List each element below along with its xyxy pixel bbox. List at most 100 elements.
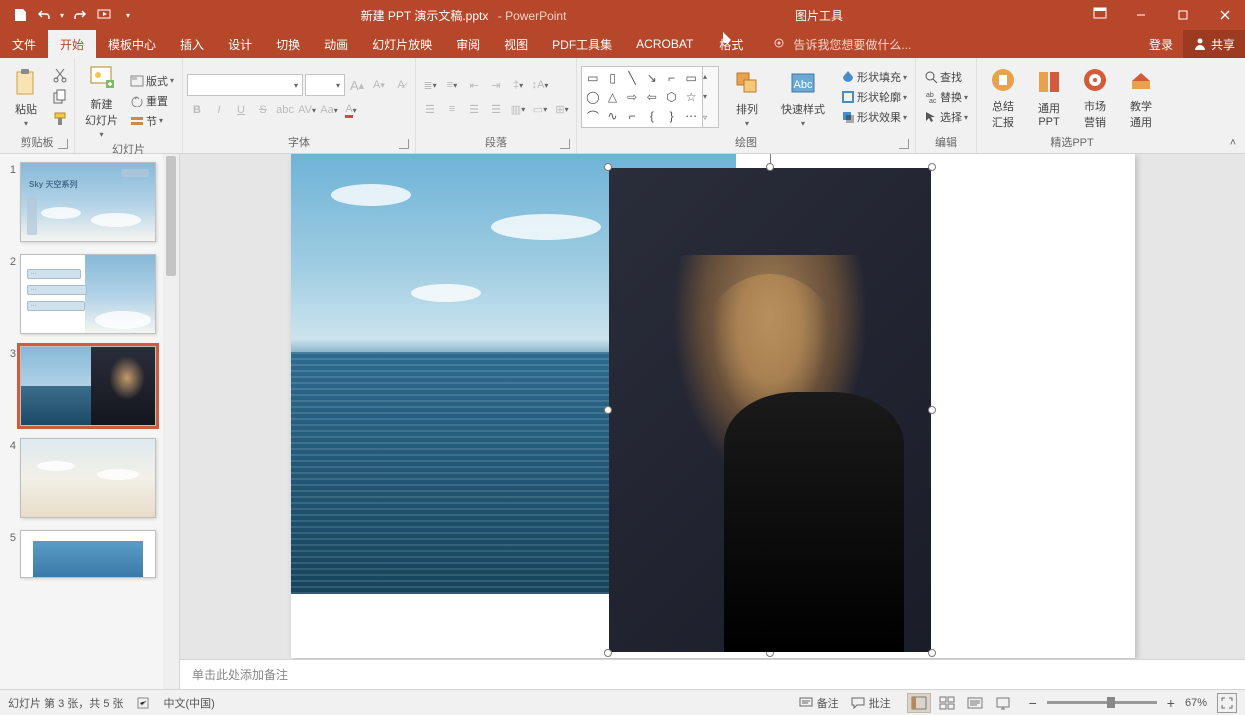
dialog-launcher-icon[interactable]	[399, 139, 409, 149]
bold-icon[interactable]: B	[187, 100, 207, 120]
align-center-icon[interactable]: ≡	[442, 99, 462, 119]
resize-handle-ne[interactable]	[928, 163, 936, 171]
start-slideshow-icon[interactable]	[96, 7, 112, 23]
increase-indent-icon[interactable]: ⇥	[486, 75, 506, 95]
resize-handle-n[interactable]	[766, 163, 774, 171]
tab-slideshow[interactable]: 幻灯片放映	[360, 30, 444, 58]
slideshow-view-icon[interactable]	[991, 693, 1015, 713]
gallery-down-icon[interactable]: ▾	[703, 92, 718, 101]
collapse-ribbon-icon[interactable]: ˄	[1225, 135, 1241, 151]
thumbnail-scrollbar[interactable]	[163, 154, 179, 689]
resize-handle-se[interactable]	[928, 649, 936, 657]
paste-button[interactable]: 粘贴 ▾	[4, 65, 48, 130]
tab-home[interactable]: 开始	[48, 30, 96, 58]
reset-button[interactable]: 重置	[126, 92, 178, 110]
align-text-icon[interactable]: ▭▾	[530, 99, 550, 119]
resize-handle-s[interactable]	[766, 649, 774, 657]
share-button[interactable]: 共享	[1183, 30, 1245, 58]
slide-thumb-3[interactable]: 3	[4, 346, 175, 426]
tab-format[interactable]: 格式	[705, 30, 757, 58]
slide-thumb-4[interactable]: 4	[4, 438, 175, 518]
slide-thumb-1[interactable]: 1 Sky 天空系列	[4, 162, 175, 242]
minimize-button[interactable]	[1121, 0, 1161, 30]
tab-template-center[interactable]: 模板中心	[96, 30, 168, 58]
slide-thumb-2[interactable]: 2 ·········	[4, 254, 175, 334]
shape-effects-button[interactable]: 形状效果▾	[837, 108, 911, 126]
undo-icon[interactable]	[36, 7, 52, 23]
quick-styles-button[interactable]: Abc 快速样式▾	[775, 65, 831, 130]
notes-pane[interactable]: 单击此处添加备注	[180, 659, 1245, 689]
align-right-icon[interactable]: ☰	[464, 99, 484, 119]
summary-report-button[interactable]: 总结 汇报	[981, 62, 1025, 132]
shape-fill-button[interactable]: 形状填充▾	[837, 68, 911, 86]
login-button[interactable]: 登录	[1139, 30, 1183, 58]
decrease-indent-icon[interactable]: ⇤	[464, 75, 484, 95]
teaching-button[interactable]: 教学 通用	[1119, 62, 1163, 132]
replace-button[interactable]: abac替换▾	[920, 88, 972, 106]
resize-handle-w[interactable]	[604, 406, 612, 414]
save-icon[interactable]	[12, 7, 28, 23]
cut-icon[interactable]	[50, 65, 70, 85]
notes-toggle[interactable]: 备注	[799, 695, 839, 711]
increase-font-icon[interactable]: A▴	[347, 75, 367, 95]
gallery-up-icon[interactable]: ▴	[703, 72, 718, 81]
numbering-icon[interactable]: ≡▾	[442, 75, 462, 95]
justify-icon[interactable]: ☰	[486, 99, 506, 119]
shape-gallery[interactable]: ▭▯╲↘⌐▭ ◯△⇨⇦⬡☆ ⌒∿⌐{}⋯	[581, 66, 703, 128]
gallery-more-icon[interactable]: ▿	[703, 113, 718, 122]
dialog-launcher-icon[interactable]	[899, 139, 909, 149]
dialog-launcher-icon[interactable]	[58, 139, 68, 149]
marketing-button[interactable]: 市场 营销	[1073, 62, 1117, 132]
align-left-icon[interactable]: ☰	[420, 99, 440, 119]
comments-toggle[interactable]: 批注	[851, 695, 891, 711]
spell-check-icon[interactable]	[136, 696, 152, 710]
underline-icon[interactable]: U	[231, 100, 251, 120]
zoom-slider[interactable]	[1047, 701, 1157, 704]
char-spacing-icon[interactable]: AV▾	[297, 100, 317, 120]
arrange-button[interactable]: 排列▾	[725, 65, 769, 130]
tab-transition[interactable]: 切换	[264, 30, 312, 58]
zoom-percent[interactable]: 67%	[1185, 697, 1207, 709]
tab-animation[interactable]: 动画	[312, 30, 360, 58]
tab-file[interactable]: 文件	[0, 30, 48, 58]
layout-button[interactable]: 版式▾	[126, 72, 178, 90]
italic-icon[interactable]: I	[209, 100, 229, 120]
smartart-icon[interactable]: ⊞▾	[552, 99, 572, 119]
slide-thumb-5[interactable]: 5	[4, 530, 175, 578]
select-button[interactable]: 选择▾	[920, 108, 972, 126]
tell-me-search[interactable]: 告诉我您想要做什么...	[757, 30, 1139, 58]
text-shadow-icon[interactable]: abc	[275, 100, 295, 120]
resize-handle-e[interactable]	[928, 406, 936, 414]
copy-icon[interactable]	[50, 87, 70, 107]
zoom-out-icon[interactable]: −	[1029, 695, 1037, 711]
tab-pdf-tools[interactable]: PDF工具集	[540, 30, 624, 58]
ribbon-display-options-icon[interactable]	[1093, 7, 1109, 23]
maximize-button[interactable]	[1163, 0, 1203, 30]
text-direction-icon[interactable]: ↕A▾	[530, 75, 550, 95]
strikethrough-icon[interactable]: S	[253, 100, 273, 120]
tab-insert[interactable]: 插入	[168, 30, 216, 58]
tab-view[interactable]: 视图	[492, 30, 540, 58]
undo-dropdown-icon[interactable]: ▾	[60, 11, 64, 20]
font-size-combo[interactable]: ▾	[305, 74, 345, 96]
font-color-icon[interactable]: A▾	[341, 100, 361, 120]
person-image-selected[interactable]	[609, 168, 931, 652]
find-button[interactable]: 查找	[920, 68, 972, 86]
decrease-font-icon[interactable]: A▾	[369, 75, 389, 95]
language-indicator[interactable]: 中文(中国)	[164, 695, 215, 711]
tab-design[interactable]: 设计	[216, 30, 264, 58]
columns-icon[interactable]: ▥▾	[508, 99, 528, 119]
zoom-in-icon[interactable]: +	[1167, 695, 1175, 711]
resize-handle-sw[interactable]	[604, 649, 612, 657]
line-spacing-icon[interactable]: ‡▾	[508, 75, 528, 95]
tab-review[interactable]: 审阅	[444, 30, 492, 58]
normal-view-icon[interactable]	[907, 693, 931, 713]
dialog-launcher-icon[interactable]	[560, 139, 570, 149]
clear-formatting-icon[interactable]: A̷	[391, 75, 411, 95]
section-button[interactable]: 节▾	[126, 112, 178, 130]
slide-thumbnails-pane[interactable]: 1 Sky 天空系列 2 ········· 3 4 5	[0, 154, 180, 689]
slide-canvas-container[interactable]	[180, 154, 1245, 659]
reading-view-icon[interactable]	[963, 693, 987, 713]
change-case-icon[interactable]: Aa▾	[319, 100, 339, 120]
bullets-icon[interactable]: ≣▾	[420, 75, 440, 95]
